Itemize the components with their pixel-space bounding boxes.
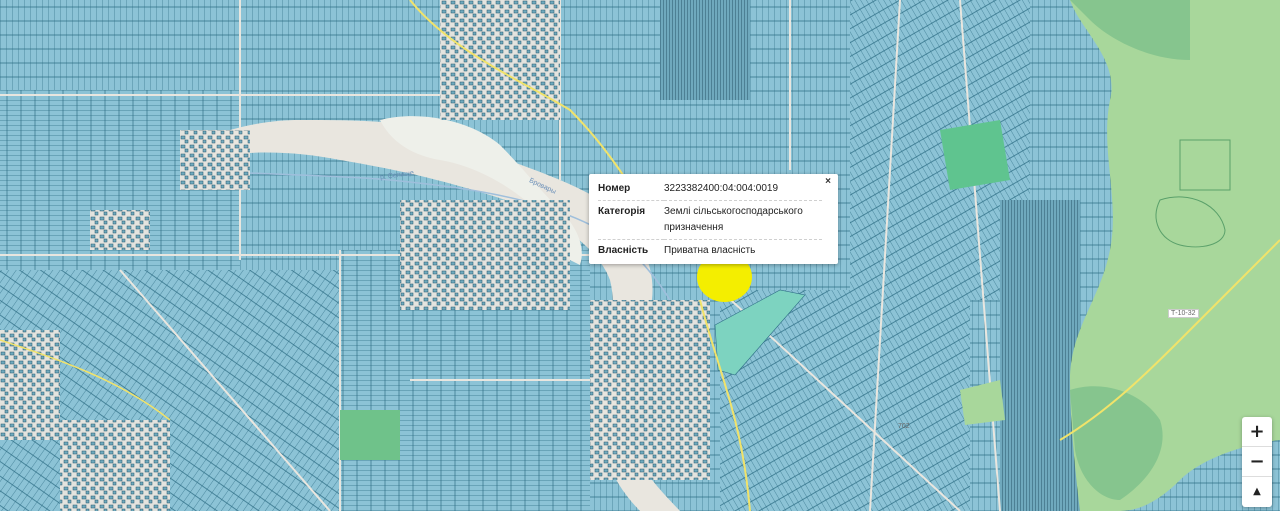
village-center <box>400 200 570 310</box>
zoom-in-button[interactable]: + <box>1242 417 1272 447</box>
cadastral-map[interactable]: Т-10-32 702 Бровары р. Селище × Номер 32… <box>0 0 1280 511</box>
village-small <box>90 210 150 250</box>
info-row-category: Категорія Землі сільськогосподарського п… <box>598 200 822 240</box>
zoom-out-button[interactable]: − <box>1242 447 1272 477</box>
village-south <box>590 300 710 480</box>
green-parcel-2 <box>340 410 400 460</box>
zoom-controls: + − ▲ <box>1242 417 1272 507</box>
info-value: Приватна власність <box>664 245 756 256</box>
parcel-info-popup: × Номер 3223382400:04:004:0019 Категорія… <box>589 174 838 264</box>
info-key: Власність <box>598 245 649 256</box>
road-label-702: 702 <box>898 423 910 430</box>
info-value: Землі сільськогосподарського призначення <box>664 200 822 240</box>
info-row-number: Номер 3223382400:04:004:0019 <box>598 178 822 201</box>
info-key: Категорія <box>598 200 664 240</box>
parcels-dense-north <box>660 0 750 100</box>
parcels-dense-east <box>1000 200 1080 511</box>
village-northwest <box>180 130 250 190</box>
village-west <box>0 330 60 440</box>
parcel-info-table: Номер 3223382400:04:004:0019 Категорія З… <box>598 178 822 262</box>
village-southwest <box>60 420 170 511</box>
info-row-ownership: Власність Приватна власність <box>598 240 822 263</box>
north-arrow-button[interactable]: ▲ <box>1242 477 1272 507</box>
green-parcel-1 <box>940 120 1010 190</box>
north-arrow-icon: ▲ <box>1253 486 1261 497</box>
road-label-t1032: Т-10-32 <box>1168 309 1199 318</box>
village-north <box>440 0 560 120</box>
info-value: 3223382400:04:004:0019 <box>664 178 822 201</box>
popup-close-button[interactable]: × <box>822 176 834 188</box>
info-key: Номер <box>598 178 664 201</box>
